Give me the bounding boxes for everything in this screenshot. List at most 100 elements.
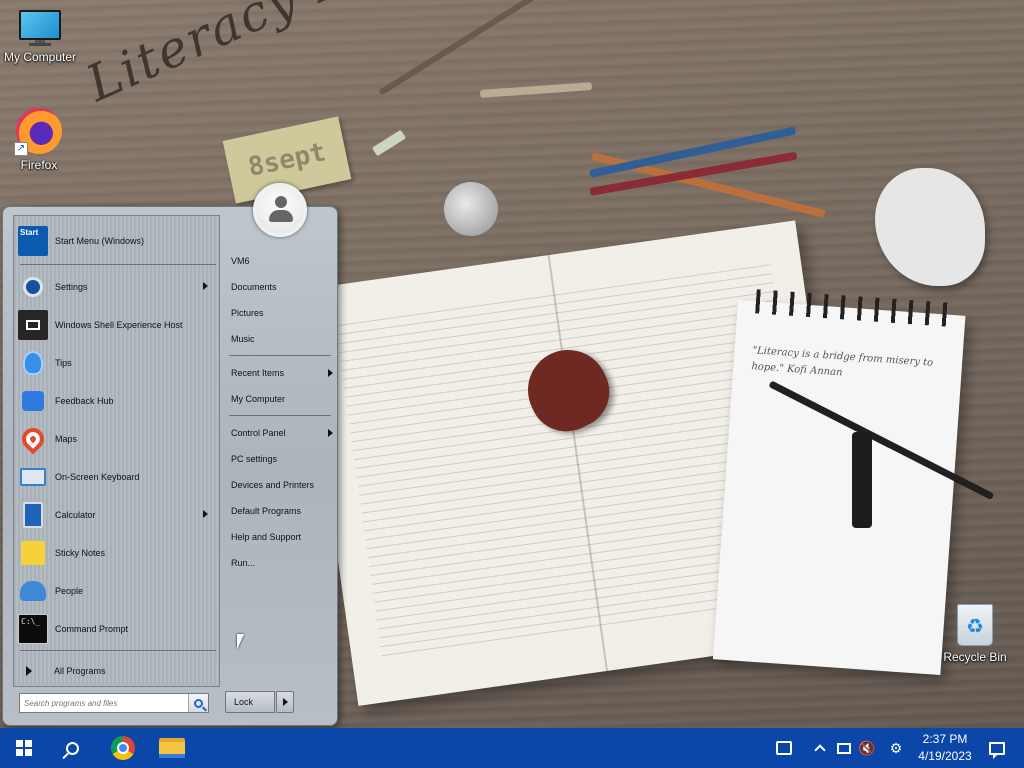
firefox-icon: ↗	[14, 108, 62, 156]
menu-item-label: Maps	[55, 434, 78, 444]
maps-icon	[17, 423, 49, 455]
menu-item-feedback-hub[interactable]: Feedback Hub	[18, 384, 216, 418]
search-button[interactable]	[188, 694, 208, 712]
people-icon	[18, 576, 48, 606]
computer-icon	[19, 10, 61, 46]
menu-item-on-screen-keyboard[interactable]: On-Screen Keyboard	[18, 460, 216, 494]
start-search-box[interactable]	[19, 693, 209, 713]
submenu-arrow-icon	[328, 429, 333, 437]
show-hidden-icons-button[interactable]	[810, 728, 830, 768]
settings-icon	[18, 272, 48, 302]
menu-item-command-prompt[interactable]: C:\_ Command Prompt	[18, 612, 216, 646]
search-button[interactable]	[48, 728, 96, 768]
start-menu-icon: Start	[18, 226, 48, 256]
clock-time: 2:37 PM	[922, 732, 968, 746]
taskbar-clock[interactable]: 2:37 PM 4/19/2023	[910, 731, 980, 765]
chevron-right-icon	[283, 698, 288, 706]
menu-item-label: Calculator	[55, 510, 96, 520]
desktop-icon-label: Recycle Bin	[943, 650, 1007, 664]
settings-tray-button[interactable]: ⚙	[884, 728, 908, 768]
network-icon	[837, 742, 851, 754]
user-picture[interactable]	[253, 183, 307, 237]
right-item-devices-and-printers[interactable]: Devices and Printers	[229, 475, 333, 495]
menu-item-tips[interactable]: Tips	[18, 346, 216, 380]
menu-item-label: On-Screen Keyboard	[55, 472, 140, 482]
right-item-pictures[interactable]: Pictures	[229, 303, 333, 323]
keyboard-icon	[18, 462, 48, 492]
menu-item-label: Tips	[55, 358, 72, 368]
desktop-icon-firefox[interactable]: ↗ Firefox	[0, 108, 79, 172]
submenu-arrow-icon	[203, 510, 208, 518]
gear-icon: ⚙	[889, 739, 903, 756]
right-item-my-computer[interactable]: My Computer	[229, 389, 333, 409]
taskbar-file-explorer[interactable]	[148, 728, 196, 768]
pen-cap-decoration	[852, 432, 872, 528]
notebook-quote: "Literacy is a bridge from misery to hop…	[751, 345, 934, 379]
desktop-icon-label: My Computer	[3, 50, 77, 64]
menu-item-settings[interactable]: Settings	[18, 270, 216, 304]
menu-item-label: Windows Shell Experience Host	[55, 320, 183, 330]
submenu-arrow-icon	[328, 369, 333, 377]
desktop-icon-label: Firefox	[20, 158, 58, 172]
clock-date: 4/19/2023	[918, 749, 972, 763]
news-widget-button[interactable]	[770, 728, 798, 768]
wallpaper-title: Literacy Day	[78, 0, 419, 113]
lock-button[interactable]: Lock	[225, 691, 275, 713]
shutdown-options-button[interactable]	[276, 691, 294, 713]
search-icon	[65, 741, 79, 755]
volume-muted-icon: 🔇	[858, 739, 876, 756]
search-icon	[194, 698, 203, 708]
menu-item-sticky-notes[interactable]: Sticky Notes	[18, 536, 216, 570]
notification-icon	[989, 741, 1005, 759]
volume-button[interactable]: 🔇	[856, 728, 878, 768]
command-prompt-icon: C:\_	[18, 614, 48, 644]
notebook-decoration: "Literacy is a bridge from misery to hop…	[712, 289, 966, 676]
shortcut-arrow-icon: ↗	[14, 142, 28, 156]
taskbar-chrome[interactable]	[99, 728, 147, 768]
all-programs-button[interactable]: All Programs	[18, 654, 216, 688]
desktop-icon-recycle-bin[interactable]: Recycle Bin	[935, 604, 1015, 664]
sticky-notes-icon	[18, 538, 48, 568]
calculator-icon	[18, 500, 48, 530]
right-item-run[interactable]: Run...	[229, 553, 333, 573]
menu-item-label: Settings	[55, 282, 88, 292]
right-item-recent-items[interactable]: Recent Items	[229, 363, 333, 383]
windows-logo-icon	[16, 740, 32, 756]
menu-item-start-menu-windows[interactable]: Start Start Menu (Windows)	[18, 224, 216, 258]
right-item-pc-settings[interactable]: PC settings	[229, 449, 333, 469]
paintbrush-decoration	[378, 0, 569, 96]
mouse-cursor-icon	[237, 634, 244, 650]
chrome-icon	[111, 736, 135, 760]
chevron-up-icon	[814, 744, 826, 756]
paintbrush-decoration-2	[479, 82, 593, 98]
right-item-default-programs[interactable]: Default Programs	[229, 501, 333, 521]
right-separator	[229, 355, 331, 356]
right-separator	[229, 415, 331, 416]
file-explorer-icon	[159, 738, 185, 758]
menu-item-windows-shell-experience-host[interactable]: Windows Shell Experience Host	[18, 308, 216, 342]
menu-separator	[20, 264, 216, 265]
menu-item-people[interactable]: People	[18, 574, 216, 608]
menu-item-label: Command Prompt	[55, 624, 129, 634]
right-item-label: Recent Items	[231, 368, 285, 378]
right-item-vm6[interactable]: VM6	[229, 251, 333, 271]
start-button[interactable]	[0, 728, 48, 768]
menu-item-maps[interactable]: Maps	[17, 422, 216, 456]
menu-item-calculator[interactable]: Calculator	[18, 498, 216, 532]
network-button[interactable]	[834, 728, 854, 768]
feedback-hub-icon	[18, 386, 48, 416]
menu-item-label: Feedback Hub	[55, 396, 114, 406]
search-input[interactable]	[20, 695, 188, 711]
tips-icon	[18, 348, 48, 378]
right-item-music[interactable]: Music	[229, 329, 333, 349]
news-icon	[776, 741, 792, 755]
right-item-control-panel[interactable]: Control Panel	[229, 423, 333, 443]
shell-host-icon	[18, 310, 48, 340]
submenu-arrow-icon	[203, 282, 208, 290]
right-item-documents[interactable]: Documents	[229, 277, 333, 297]
notification-center-button[interactable]	[984, 728, 1010, 768]
desktop-icon-my-computer[interactable]: My Computer	[0, 10, 80, 64]
right-item-help-and-support[interactable]: Help and Support	[229, 527, 333, 547]
all-programs-label: All Programs	[54, 666, 106, 676]
all-programs-arrow-icon	[26, 666, 32, 676]
